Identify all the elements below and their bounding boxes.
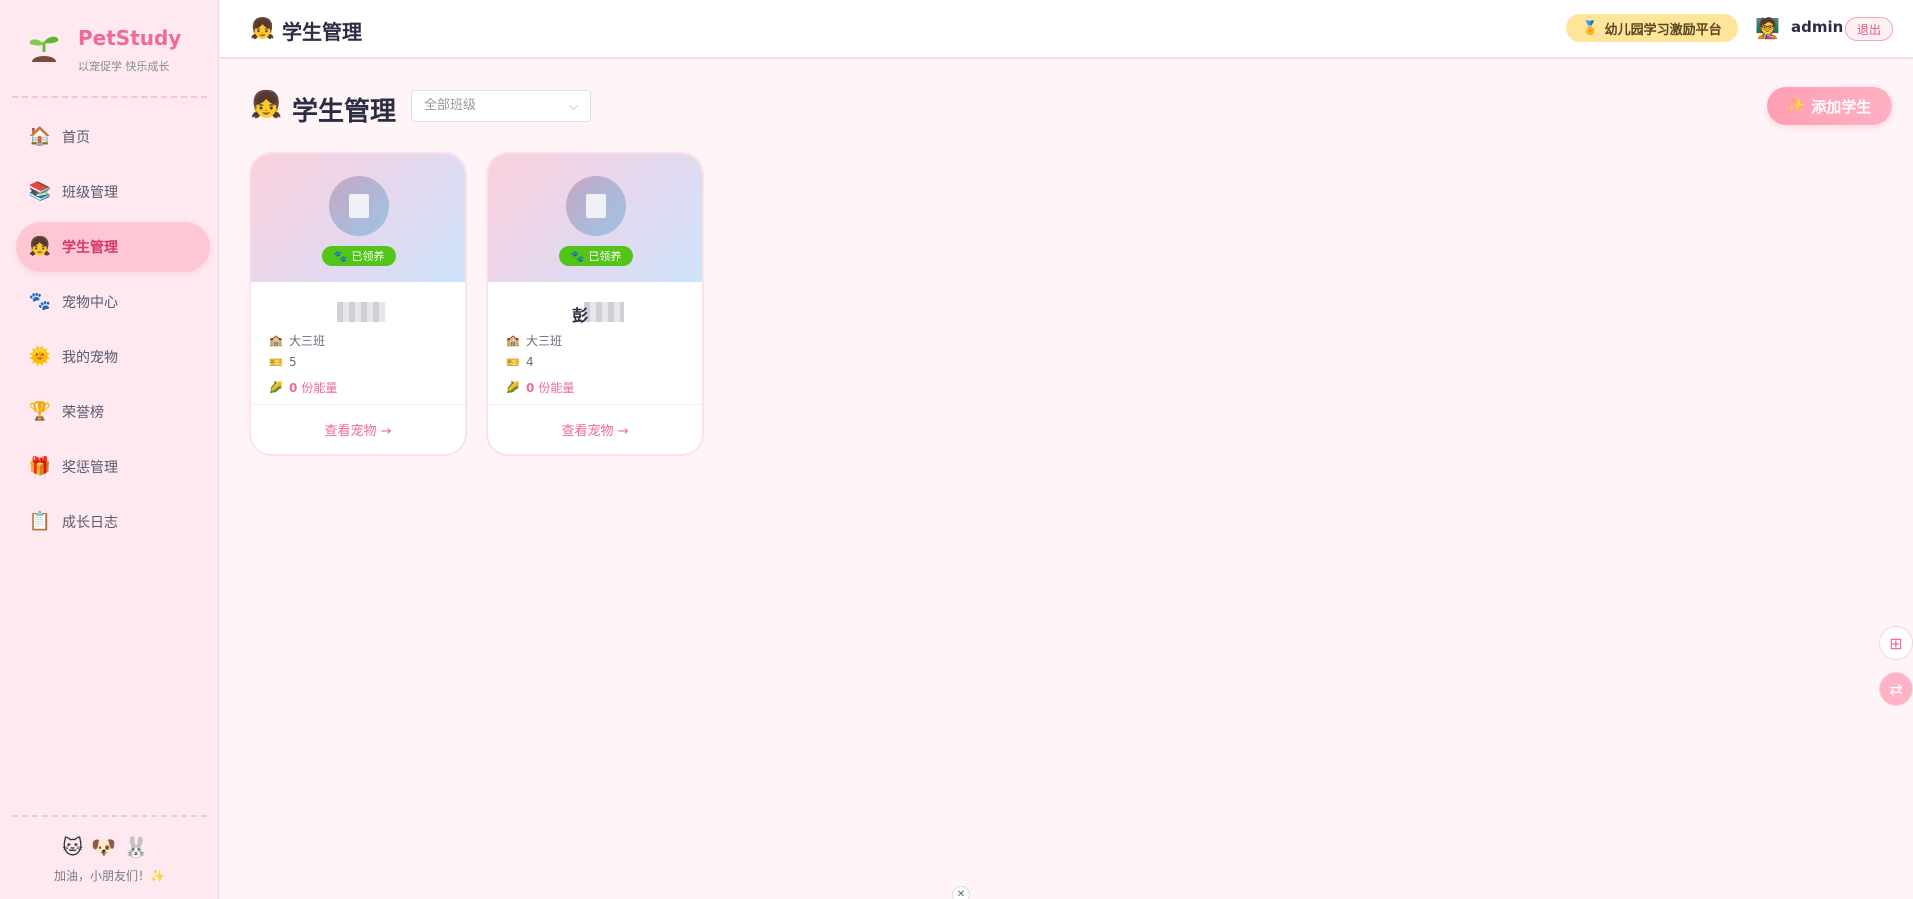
brand[interactable]: PetStudy 以宠促学 快乐成长 bbox=[24, 26, 204, 76]
chevron-down-icon: ⌵ bbox=[568, 99, 578, 113]
close-icon[interactable]: ✕ bbox=[952, 886, 970, 899]
divider bbox=[251, 404, 465, 405]
sidebar-footer: 🐱🐶🐰 加油，小朋友们！✨ bbox=[0, 835, 219, 884]
ticket-icon: 🎫 bbox=[506, 355, 520, 369]
girl-icon: 👧 bbox=[28, 236, 52, 257]
brand-name: PetStudy bbox=[78, 26, 182, 50]
pet-avatar bbox=[329, 176, 389, 236]
girl-icon: 👧 bbox=[250, 16, 275, 40]
sidebar-nav: 🏠 首页 📚 班级管理 👧 学生管理 🐾 宠物中心 🌞 我的宠物 🏆 荣誉榜 🎁… bbox=[16, 112, 210, 552]
paw-icon: 🐾 bbox=[28, 291, 52, 312]
sidebar-item-label: 宠物中心 bbox=[62, 295, 118, 311]
status-badge-label: 已领养 bbox=[588, 250, 622, 263]
platform-badge-label: 幼儿园学习激励平台 bbox=[1604, 22, 1722, 38]
sidebar-item-classes[interactable]: 📚 班级管理 bbox=[16, 167, 210, 217]
school-icon: 🏫 bbox=[506, 334, 520, 347]
divider bbox=[488, 404, 702, 405]
student-name: 彭 bbox=[572, 306, 589, 325]
username: admin bbox=[1791, 18, 1844, 36]
view-pet-link[interactable]: 查看宠物 → bbox=[251, 420, 465, 439]
school-icon: 🏫 bbox=[269, 334, 283, 347]
student-class-label: 大三班 bbox=[526, 334, 563, 348]
topbar: 👧 学生管理 🏅 幼儿园学习激励平台 🧑‍🏫 admin 退出 bbox=[220, 0, 1913, 59]
logout-button[interactable]: 退出 bbox=[1845, 17, 1893, 41]
medal-icon: 🏅 bbox=[1582, 20, 1599, 36]
apps-icon[interactable]: ⊞ bbox=[1879, 626, 1913, 660]
status-badge: 🐾 已领养 bbox=[559, 246, 633, 266]
section-title: 学生管理 bbox=[292, 97, 397, 127]
sidebar-item-label: 班级管理 bbox=[62, 185, 118, 201]
gift-icon: 🎁 bbox=[28, 456, 52, 477]
student-card[interactable]: 🐾 已领养 彭 🏫 大三班 🎫 4 🌽 0 份能量 查看宠物 → bbox=[486, 152, 704, 456]
divider bbox=[12, 96, 207, 98]
sidebar: PetStudy 以宠促学 快乐成长 🏠 首页 📚 班级管理 👧 学生管理 🐾 … bbox=[0, 0, 219, 899]
trophy-icon: 🏆 bbox=[28, 401, 52, 422]
energy-label: 份能量 bbox=[538, 381, 575, 395]
student-number-label: 4 bbox=[526, 355, 534, 369]
student-class-label: 大三班 bbox=[289, 334, 326, 348]
books-icon: 📚 bbox=[28, 181, 52, 202]
home-icon: 🏠 bbox=[28, 126, 52, 147]
corn-icon: 🌽 bbox=[269, 381, 283, 394]
student-number: 🎫 4 bbox=[506, 355, 534, 369]
sidebar-item-label: 首页 bbox=[62, 130, 90, 146]
sidebar-item-label: 学生管理 bbox=[62, 240, 118, 256]
sidebar-item-my-pets[interactable]: 🌞 我的宠物 bbox=[16, 332, 210, 382]
girl-icon: 👧 bbox=[250, 90, 283, 120]
student-number-label: 5 bbox=[289, 355, 297, 369]
sidebar-item-students[interactable]: 👧 学生管理 bbox=[16, 222, 210, 272]
sidebar-item-pet-center[interactable]: 🐾 宠物中心 bbox=[16, 277, 210, 327]
add-student-button[interactable]: ✨ 添加学生 bbox=[1767, 87, 1892, 125]
translate-icon[interactable]: ⇄ bbox=[1879, 672, 1913, 706]
sun-icon: 🌞 bbox=[28, 346, 52, 367]
student-energy: 🌽 0 份能量 bbox=[269, 379, 337, 396]
cheer-text: 加油，小朋友们！✨ bbox=[54, 869, 165, 883]
clipboard-icon: 📋 bbox=[28, 511, 52, 532]
brand-slogan: 以宠促学 快乐成长 bbox=[78, 60, 170, 73]
sprout-logo-icon bbox=[29, 36, 59, 62]
sidebar-item-label: 成长日志 bbox=[62, 515, 118, 531]
student-class: 🏫 大三班 bbox=[269, 332, 325, 349]
ticket-icon: 🎫 bbox=[269, 355, 283, 369]
divider bbox=[12, 815, 207, 817]
sidebar-item-label: 荣誉榜 bbox=[62, 405, 104, 421]
student-name-mask bbox=[584, 302, 624, 322]
student-name-mask bbox=[337, 302, 385, 322]
avatar[interactable]: 🧑‍🏫 bbox=[1755, 16, 1780, 40]
energy-value: 0 bbox=[289, 380, 298, 395]
status-badge: 🐾 已领养 bbox=[322, 246, 396, 266]
status-badge-label: 已领养 bbox=[351, 250, 385, 263]
corn-icon: 🌽 bbox=[506, 381, 520, 394]
sidebar-item-honor-board[interactable]: 🏆 荣誉榜 bbox=[16, 387, 210, 437]
sidebar-item-label: 我的宠物 bbox=[62, 350, 118, 366]
sidebar-item-rewards[interactable]: 🎁 奖惩管理 bbox=[16, 442, 210, 492]
sidebar-item-home[interactable]: 🏠 首页 bbox=[16, 112, 210, 162]
pet-avatar bbox=[566, 176, 626, 236]
add-student-label: 添加学生 bbox=[1811, 97, 1872, 116]
page-title: 学生管理 bbox=[282, 20, 362, 44]
student-energy: 🌽 0 份能量 bbox=[506, 379, 574, 396]
student-number: 🎫 5 bbox=[269, 355, 297, 369]
energy-value: 0 bbox=[526, 380, 535, 395]
sparkles-icon: ✨ bbox=[1787, 98, 1806, 114]
student-class: 🏫 大三班 bbox=[506, 332, 562, 349]
student-card[interactable]: 🐾 已领养 🏫 大三班 🎫 5 🌽 0 份能量 查看宠物 → bbox=[249, 152, 467, 456]
paw-icon: 🐾 bbox=[570, 249, 585, 263]
class-filter-select[interactable]: 全部班级 ⌵ bbox=[411, 90, 591, 122]
view-pet-link[interactable]: 查看宠物 → bbox=[488, 420, 702, 439]
class-filter-value: 全部班级 bbox=[424, 98, 477, 113]
pets-icons: 🐱🐶🐰 bbox=[62, 835, 157, 859]
paw-icon: 🐾 bbox=[333, 249, 348, 263]
energy-label: 份能量 bbox=[301, 381, 338, 395]
sidebar-item-label: 奖惩管理 bbox=[62, 460, 118, 476]
platform-badge: 🏅 幼儿园学习激励平台 bbox=[1566, 14, 1738, 42]
sidebar-item-growth-log[interactable]: 📋 成长日志 bbox=[16, 497, 210, 547]
